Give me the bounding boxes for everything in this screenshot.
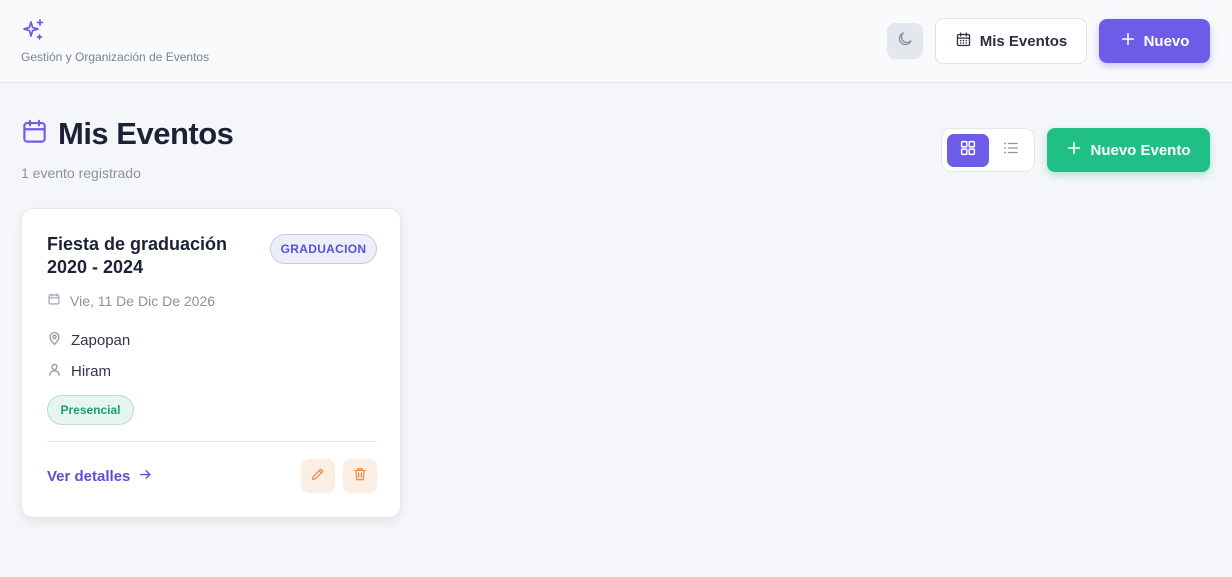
new-event-button[interactable]: Nuevo Evento	[1047, 128, 1210, 172]
event-mode-badge: Presencial	[47, 395, 134, 425]
moon-icon	[896, 30, 914, 53]
event-organizer-row: Hiram	[47, 362, 111, 381]
page-title: Mis Eventos	[58, 116, 234, 151]
new-button[interactable]: Nuevo	[1099, 19, 1210, 63]
page-heading: Mis Eventos	[21, 116, 234, 152]
list-view-button[interactable]	[991, 134, 1031, 167]
event-organizer: Hiram	[71, 363, 111, 380]
map-pin-icon	[47, 331, 62, 350]
calendar-icon	[21, 118, 48, 150]
delete-button[interactable]	[343, 459, 377, 493]
event-date: Vie, 11 De Dic De 2026	[70, 292, 216, 309]
view-details-link[interactable]: Ver detalles	[47, 467, 153, 486]
event-location: Zapopan	[71, 332, 131, 349]
new-button-label: Nuevo	[1143, 32, 1190, 50]
pencil-icon	[310, 466, 326, 487]
user-icon	[47, 362, 62, 381]
view-mode-toggle	[941, 128, 1035, 172]
new-event-label: Nuevo Evento	[1090, 141, 1191, 159]
list-icon	[1002, 139, 1020, 162]
calendar-icon	[955, 31, 972, 52]
event-count: 1 evento registrado	[21, 165, 141, 181]
plus-icon	[1120, 31, 1136, 51]
theme-toggle-button[interactable]	[887, 23, 923, 59]
event-card[interactable]: Fiesta de graduación 2020 - 2024 GRADUAC…	[21, 208, 401, 518]
event-location-row: Zapopan	[47, 331, 130, 350]
edit-button[interactable]	[301, 459, 335, 493]
calendar-icon	[47, 292, 61, 309]
trash-icon	[352, 466, 368, 487]
my-events-nav-label: Mis Eventos	[979, 32, 1068, 50]
my-events-nav-button[interactable]: Mis Eventos	[935, 18, 1087, 64]
view-details-label: Ver detalles	[47, 468, 131, 485]
top-bar: Gestión y Organización de Eventos Mis Ev…	[0, 0, 1232, 83]
event-title: Fiesta de graduación 2020 - 2024	[47, 234, 228, 277]
event-date-row: Vie, 11 De Dic De 2026	[47, 292, 215, 309]
app-subtitle: Gestión y Organización de Eventos	[21, 50, 210, 64]
grid-view-button[interactable]	[947, 134, 989, 167]
grid-icon	[959, 139, 977, 162]
plus-icon	[1066, 140, 1082, 160]
card-divider	[47, 441, 377, 442]
arrow-right-icon	[138, 467, 153, 486]
category-badge: GRADUACION	[270, 234, 377, 264]
sparkles-icon[interactable]	[21, 18, 45, 42]
